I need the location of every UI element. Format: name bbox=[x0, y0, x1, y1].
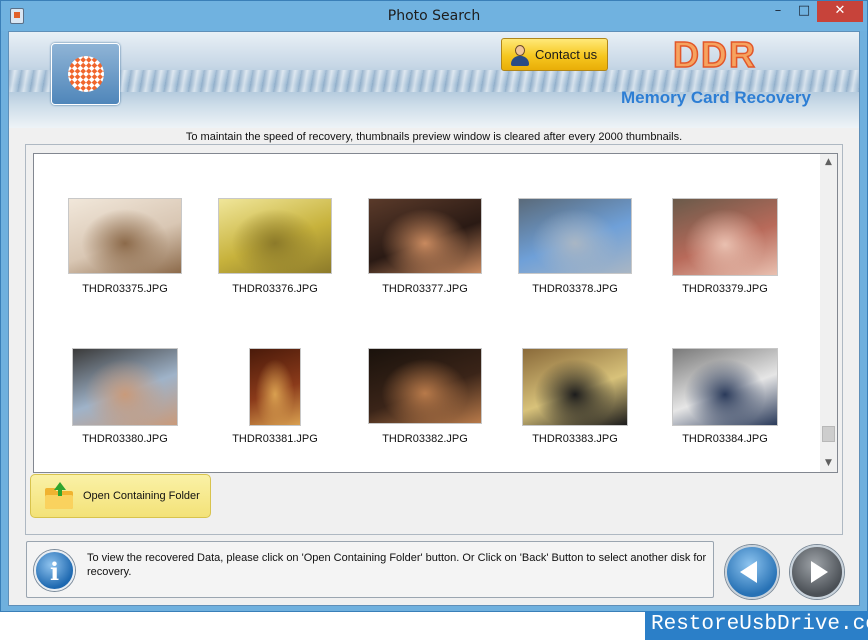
thumbnail-filename: THDR03376.JPG bbox=[232, 283, 318, 295]
thumbnail-filename: THDR03375.JPG bbox=[82, 283, 168, 295]
open-containing-folder-button[interactable]: Open Containing Folder bbox=[30, 474, 211, 518]
photo-thumbnail-image[interactable] bbox=[368, 348, 482, 424]
scroll-up-icon[interactable]: ▲ bbox=[820, 154, 837, 171]
contact-us-label: Contact us bbox=[535, 47, 598, 62]
photo-thumbnail-image[interactable] bbox=[518, 198, 632, 274]
photo-thumbnail-image[interactable] bbox=[72, 348, 178, 426]
thumbnail-item[interactable]: THDR03382.JPG bbox=[355, 348, 495, 468]
brand-subtitle: Memory Card Recovery bbox=[621, 88, 811, 107]
arrow-right-icon bbox=[811, 561, 828, 583]
thumbnail-item[interactable]: THDR03380.JPG bbox=[55, 348, 195, 468]
watermark-text: RestoreUsbDrive.com bbox=[651, 613, 868, 636]
arrow-left-icon bbox=[740, 561, 757, 583]
photo-thumbnail-image[interactable] bbox=[218, 198, 332, 274]
contact-us-button[interactable]: Contact us bbox=[501, 38, 608, 71]
open-containing-folder-label: Open Containing Folder bbox=[83, 490, 200, 502]
thumbnail-grid[interactable]: ▲ ▼ THDR03375.JPG THDR03376.JPG THDR03377.… bbox=[33, 153, 838, 473]
photo-thumbnail-image[interactable] bbox=[368, 198, 482, 274]
thumbnail-filename: THDR03379.JPG bbox=[682, 283, 768, 295]
app-window: Photo Search – □ ✕ Contact us DDR Memory… bbox=[0, 0, 868, 612]
info-bar: i To view the recovered Data, please cli… bbox=[26, 541, 714, 598]
thumbnail-item[interactable]: THDR03379.JPG bbox=[655, 198, 795, 318]
photo-thumbnail-image[interactable] bbox=[522, 348, 628, 426]
scroll-down-icon[interactable]: ▼ bbox=[820, 455, 837, 472]
info-icon: i bbox=[34, 550, 75, 591]
info-message: To view the recovered Data, please click… bbox=[87, 552, 707, 578]
thumbnail-filename: THDR03384.JPG bbox=[682, 433, 768, 445]
photo-thumbnail-image[interactable] bbox=[68, 198, 182, 274]
brand-title: DDR bbox=[672, 33, 757, 76]
title-bar[interactable]: Photo Search – □ ✕ bbox=[1, 1, 867, 31]
next-button[interactable] bbox=[790, 545, 844, 599]
thumbnail-item[interactable]: THDR03384.JPG bbox=[655, 348, 795, 468]
thumbnail-item[interactable]: THDR03381.JPG bbox=[205, 348, 345, 468]
photo-thumbnail-image[interactable] bbox=[672, 348, 778, 426]
back-button[interactable] bbox=[725, 545, 779, 599]
thumbnail-filename: THDR03378.JPG bbox=[532, 283, 618, 295]
person-icon bbox=[509, 44, 531, 66]
checker-logo-icon bbox=[60, 48, 112, 100]
thumbnail-item[interactable]: THDR03375.JPG bbox=[55, 198, 195, 318]
app-logo bbox=[51, 43, 120, 105]
thumbnail-filename: THDR03381.JPG bbox=[232, 433, 318, 445]
notice-text: To maintain the speed of recovery, thumb… bbox=[185, 131, 683, 143]
folder-icon bbox=[44, 482, 74, 510]
thumbnail-filename: THDR03382.JPG bbox=[382, 433, 468, 445]
thumbnail-filename: THDR03380.JPG bbox=[82, 433, 168, 445]
thumbnail-filename: THDR03377.JPG bbox=[382, 283, 468, 295]
vertical-scrollbar[interactable]: ▲ ▼ bbox=[820, 154, 837, 472]
minimize-button[interactable]: – bbox=[765, 1, 791, 22]
thumbnail-item[interactable]: THDR03376.JPG bbox=[205, 198, 345, 318]
photo-thumbnail-image[interactable] bbox=[672, 198, 778, 276]
header-banner: Contact us DDR Memory Card Recovery bbox=[9, 32, 859, 128]
client-area: Contact us DDR Memory Card Recovery To m… bbox=[8, 31, 860, 606]
thumbnail-filename: THDR03383.JPG bbox=[532, 433, 618, 445]
maximize-button[interactable]: □ bbox=[791, 1, 817, 22]
watermark-banner: RestoreUsbDrive.com bbox=[645, 611, 868, 640]
scroll-thumb[interactable] bbox=[822, 426, 835, 442]
thumbnail-item[interactable]: THDR03378.JPG bbox=[505, 198, 645, 318]
thumbnail-item[interactable]: THDR03377.JPG bbox=[355, 198, 495, 318]
close-button[interactable]: ✕ bbox=[817, 1, 863, 22]
photo-thumbnail-image[interactable] bbox=[249, 348, 301, 426]
thumbnail-item[interactable]: THDR03383.JPG bbox=[505, 348, 645, 468]
results-panel: ▲ ▼ THDR03375.JPG THDR03376.JPG THDR03377.… bbox=[25, 144, 843, 535]
window-title: Photo Search bbox=[387, 8, 481, 24]
